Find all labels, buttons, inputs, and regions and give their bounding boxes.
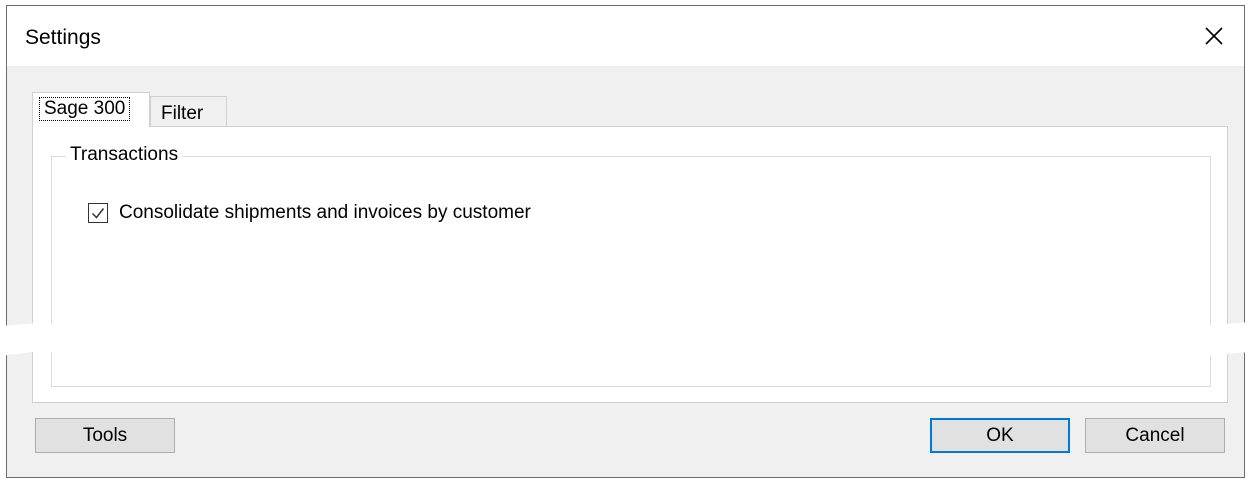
consolidate-checkbox[interactable] xyxy=(88,203,108,223)
tab-sage-300-label: Sage 300 xyxy=(39,97,131,121)
tools-button[interactable]: Tools xyxy=(35,418,175,453)
settings-dialog: Settings Filter Sage 300 Transactions Co… xyxy=(6,5,1245,478)
torn-edge-divider xyxy=(0,322,1250,357)
consolidate-checkbox-row[interactable]: Consolidate shipments and invoices by cu… xyxy=(88,202,531,224)
checkmark-icon xyxy=(91,208,105,219)
close-icon xyxy=(1205,27,1223,45)
cancel-button[interactable]: Cancel xyxy=(1085,418,1225,453)
title-bar: Settings xyxy=(7,6,1244,66)
tab-filter-label: Filter xyxy=(161,103,204,124)
consolidate-checkbox-label: Consolidate shipments and invoices by cu… xyxy=(119,202,531,223)
tab-sage-300[interactable]: Sage 300 xyxy=(32,92,150,127)
groupbox-title: Transactions xyxy=(66,144,183,166)
ok-button[interactable]: OK xyxy=(930,418,1070,453)
dialog-title: Settings xyxy=(25,26,101,49)
close-button[interactable] xyxy=(1184,6,1244,66)
tab-filter[interactable]: Filter xyxy=(150,96,227,127)
